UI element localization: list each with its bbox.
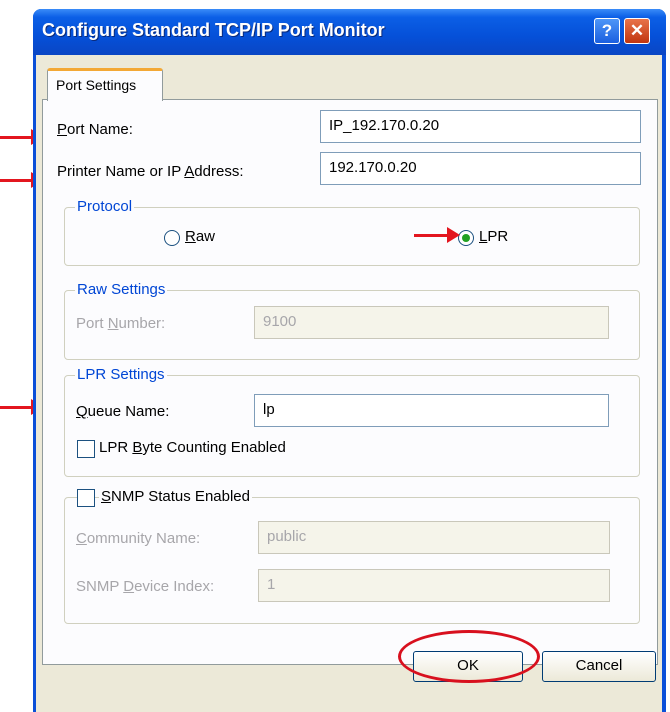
annotation-arrow-printer-address xyxy=(0,172,44,188)
protocol-group: Protocol Raw LPR xyxy=(64,198,640,266)
dialog-window: Configure Standard TCP/IP Port Monitor ?… xyxy=(33,9,666,712)
port-name-label: Port Name: xyxy=(57,121,133,138)
port-number-input[interactable]: 9100 xyxy=(254,306,609,339)
annotation-arrow-lpr xyxy=(414,227,460,243)
protocol-group-title: Protocol xyxy=(75,198,135,215)
printer-address-label: Printer Name or IP Address: xyxy=(57,163,244,180)
cancel-button[interactable]: Cancel xyxy=(542,651,656,682)
tab-port-settings-label: Port Settings xyxy=(56,77,137,93)
raw-radio-label[interactable]: Raw xyxy=(185,228,215,245)
port-number-label: Port Number: xyxy=(76,315,166,332)
window-title: Configure Standard TCP/IP Port Monitor xyxy=(42,20,385,40)
help-icon: ? xyxy=(601,21,613,40)
printer-address-input[interactable]: 192.170.0.20 xyxy=(320,152,641,185)
annotation-arrow-port-name xyxy=(0,129,44,145)
lpr-settings-title: LPR Settings xyxy=(75,366,167,383)
community-name-input[interactable]: public xyxy=(258,521,610,554)
tab-port-settings[interactable]: Port Settings xyxy=(47,68,163,101)
community-name-label: Community Name: xyxy=(76,530,201,547)
close-icon: ✕ xyxy=(629,21,645,40)
lpr-radio[interactable] xyxy=(458,230,474,246)
title-bar[interactable]: Configure Standard TCP/IP Port Monitor ?… xyxy=(33,9,666,55)
port-name-input[interactable]: IP_192.170.0.20 xyxy=(320,110,641,143)
close-button[interactable]: ✕ xyxy=(624,18,650,44)
raw-radio[interactable] xyxy=(164,230,180,246)
lpr-byte-counting-checkbox[interactable] xyxy=(77,440,95,458)
dialog-client: Port Settings Port Name: IP_192.170.0.20… xyxy=(36,55,662,712)
raw-settings-group: Raw Settings Port Number: 9100 xyxy=(64,281,640,360)
snmp-status-label[interactable]: SNMP Status Enabled xyxy=(99,488,252,505)
raw-settings-title: Raw Settings xyxy=(75,281,168,298)
queue-name-input[interactable]: lp xyxy=(254,394,609,427)
snmp-device-index-input[interactable]: 1 xyxy=(258,569,610,602)
lpr-byte-counting-label[interactable]: LPR Byte Counting Enabled xyxy=(99,439,286,456)
snmp-device-index-label: SNMP Device Index: xyxy=(76,578,215,595)
snmp-status-checkbox[interactable] xyxy=(77,489,95,507)
help-button[interactable]: ? xyxy=(594,18,620,44)
port-settings-panel: Port Name: IP_192.170.0.20 Printer Name … xyxy=(42,99,658,665)
annotation-ok-highlight xyxy=(398,630,540,683)
queue-name-label: Queue Name: xyxy=(76,403,170,420)
lpr-settings-group: LPR Settings Queue Name: lp LPR Byte Cou… xyxy=(64,366,640,477)
lpr-radio-label[interactable]: LPR xyxy=(479,228,508,245)
annotation-arrow-queue-name xyxy=(0,399,44,415)
snmp-group: SNMP Status Enabled Community Name: publ… xyxy=(64,488,640,624)
